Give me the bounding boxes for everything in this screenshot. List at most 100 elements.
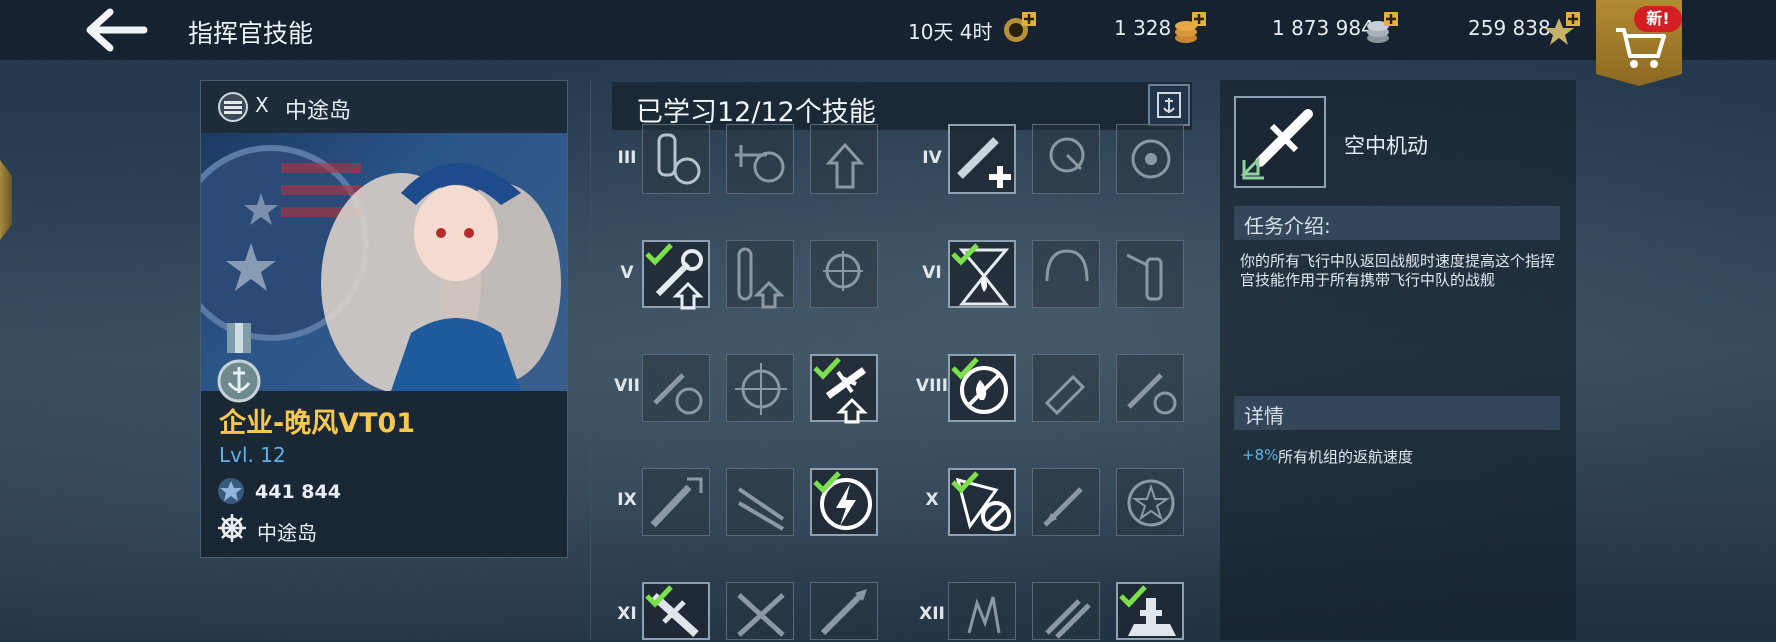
new-badge: 新! [1634, 6, 1682, 32]
skill-rocket-icon [820, 589, 867, 636]
skill-iv-1[interactable] [948, 124, 1016, 194]
learned-check-icon [645, 585, 673, 608]
skill-torpedo-timer-icon [1127, 373, 1177, 415]
skill-crossed-guns-icon [737, 593, 785, 637]
skill-v-3[interactable] [810, 240, 878, 308]
skill-extinguisher-icon [1126, 253, 1163, 301]
commander-card: X 中途岛 企业-晚风VT01 Lvl. 12 441 844 中途岛 [200, 80, 568, 558]
skill-x-1[interactable] [948, 468, 1016, 536]
premium-time-icon[interactable] [1000, 10, 1036, 46]
premium-time-value: 10天 4时 [908, 20, 993, 44]
ship-wheel-icon [218, 514, 246, 542]
credits-value: 1 873 984 [1272, 16, 1374, 40]
skill-vi-3[interactable] [1116, 240, 1184, 308]
assigned-ship: 中途岛 [257, 521, 317, 545]
learned-check-icon [951, 357, 979, 380]
skill-shell-icon [1044, 374, 1086, 416]
skill-description: 你的所有飞行中队返回战舰时速度提高这个指挥官技能作用于所有携带飞行中队的战舰 [1240, 252, 1556, 289]
skill-helm-icon [823, 251, 863, 291]
back-arrow-icon [86, 8, 148, 52]
ship-name: 中途岛 [285, 99, 352, 124]
skill-emblem-icon [1131, 139, 1171, 179]
skill-viii-3[interactable] [1116, 354, 1184, 422]
skill-tree-toggle-button[interactable] [1148, 84, 1190, 126]
skill-vi-2[interactable] [1032, 240, 1100, 308]
row-label-iii: III [617, 148, 637, 168]
learned-check-icon [1119, 585, 1147, 608]
row-label-v: V [620, 263, 634, 283]
skill-vii-1[interactable] [642, 354, 710, 422]
details-section-title: 详情 [1244, 404, 1284, 428]
skill-torpedo-range-icon [650, 477, 703, 528]
skill-iii-3[interactable] [810, 124, 878, 194]
skill-xi-2[interactable] [726, 582, 794, 640]
skill-explosion-icon [967, 596, 1001, 634]
learned-check-icon [813, 471, 841, 494]
skill-iii-2[interactable] [726, 124, 794, 194]
skill-upgrade-arrow-icon [825, 142, 865, 189]
skill-ix-3[interactable] [810, 468, 878, 536]
skill-repair-cross-icon [957, 137, 1011, 188]
skill-xii-1[interactable] [948, 582, 1016, 640]
skill-x-3[interactable] [1116, 468, 1184, 536]
stat-value: +8% [1242, 446, 1279, 464]
row-label-xi: XI [617, 604, 637, 624]
skill-guns-icon [737, 487, 785, 531]
learned-check-icon [951, 471, 979, 494]
skill-xi-3[interactable] [810, 582, 878, 640]
skill-shell-arrow-icon [1043, 487, 1083, 527]
selected-skill-icon-box [1234, 96, 1326, 188]
commander-xp: 441 844 [255, 481, 341, 503]
credits-icon[interactable] [1362, 10, 1398, 46]
elite-xp-icon [218, 478, 244, 504]
skill-vii-2[interactable] [726, 354, 794, 422]
panel-divider [590, 80, 591, 640]
skill-radar-icon [1049, 137, 1085, 173]
skill-ix-2[interactable] [726, 468, 794, 536]
skill-crosshair-icon [735, 363, 787, 415]
skill-torpedo-icon [737, 247, 785, 309]
skill-xi-1[interactable] [642, 582, 710, 640]
skill-fuel-timer-icon [657, 133, 701, 185]
stat-text: 所有机组的返航速度 [1278, 448, 1414, 466]
row-label-vii: VII [614, 376, 640, 396]
skill-iv-3[interactable] [1116, 124, 1184, 194]
skill-vi-1[interactable] [948, 240, 1016, 308]
commander-level: Lvl. 12 [219, 443, 286, 467]
skill-v-2[interactable] [726, 240, 794, 309]
page-title: 指挥官技能 [188, 19, 314, 48]
doubloons-value: 1 328 [1114, 16, 1172, 40]
skill-viii-2[interactable] [1032, 354, 1100, 422]
ship-tier: X [255, 93, 269, 117]
skill-viii-1[interactable] [948, 354, 1016, 422]
skill-ix-1[interactable] [642, 468, 710, 536]
free-xp-icon[interactable] [1544, 10, 1580, 46]
skill-x-2[interactable] [1032, 468, 1100, 536]
back-button[interactable] [86, 8, 148, 52]
usa-flag-icon [218, 92, 248, 122]
free-xp-value: 259 838 [1468, 16, 1551, 40]
task-section-title: 任务介绍: [1244, 214, 1331, 238]
row-label-ix: IX [617, 490, 637, 510]
skill-headset-icon [1045, 249, 1089, 282]
learned-check-icon [951, 243, 979, 266]
skill-shells-icon [1045, 599, 1091, 639]
skill-iv-2[interactable] [1032, 124, 1100, 194]
doubloons-icon[interactable] [1170, 10, 1206, 46]
selected-skill-name: 空中机动 [1344, 134, 1428, 158]
row-label-viii: VIII [915, 376, 949, 396]
row-label-xii: XII [919, 604, 945, 624]
skill-target-icon [735, 145, 785, 183]
row-label-iv: IV [922, 148, 942, 168]
skill-xii-2[interactable] [1032, 582, 1100, 640]
skill-vii-3[interactable] [810, 354, 878, 424]
skill-v-1[interactable] [642, 240, 710, 310]
learned-check-icon [813, 357, 841, 380]
skill-iii-1[interactable] [642, 124, 710, 194]
anchor-icon [1157, 92, 1181, 118]
learned-check-icon [645, 243, 673, 266]
skill-wrench-timer-icon [653, 373, 703, 415]
skill-star-wreath-icon [1127, 479, 1175, 527]
skill-xii-3[interactable] [1116, 582, 1184, 640]
row-label-x: X [925, 490, 939, 510]
